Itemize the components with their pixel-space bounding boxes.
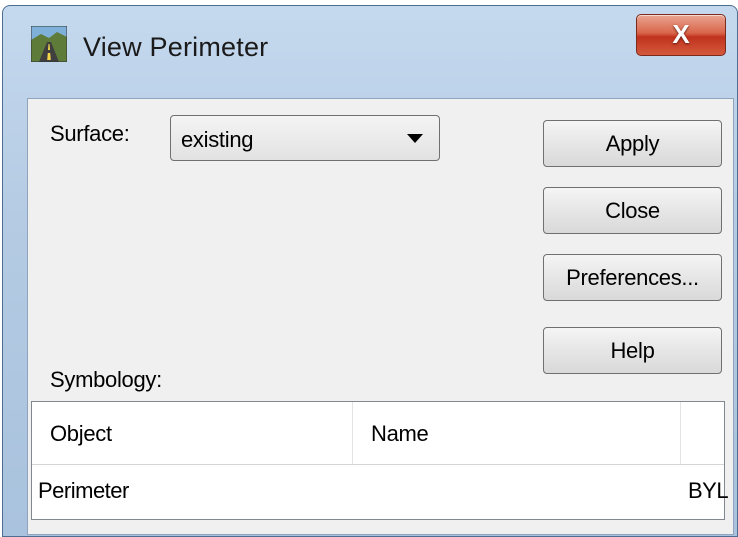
symbology-table[interactable]: Object Name Perimeter BYL <box>31 401 729 520</box>
surface-label: Surface: <box>50 121 130 146</box>
window-title: View Perimeter <box>83 32 269 62</box>
preferences-button[interactable]: Preferences... <box>543 254 722 301</box>
surface-dropdown[interactable]: existing <box>170 115 440 161</box>
dialog-client-area: Surface: existing Apply Close Preference… <box>27 98 734 535</box>
apply-button[interactable]: Apply <box>543 120 722 167</box>
surface-dropdown-value: existing <box>181 127 254 152</box>
table-header: Object Name <box>32 402 724 465</box>
column-header-object[interactable]: Object <box>32 402 353 464</box>
column-header-name[interactable]: Name <box>353 402 681 464</box>
row-extra-cell: BYL <box>688 478 729 503</box>
column-header-extra[interactable] <box>681 402 724 464</box>
road-icon <box>31 26 67 62</box>
close-icon: X <box>672 19 690 49</box>
row-object-cell: Perimeter <box>38 478 129 503</box>
help-button[interactable]: Help <box>543 327 722 374</box>
chevron-down-icon <box>407 134 423 143</box>
dialog-window: View Perimeter X Surface: existing Apply… <box>2 5 738 537</box>
title-bar[interactable]: View Perimeter X <box>3 6 737 86</box>
symbology-label: Symbology: <box>50 367 162 392</box>
close-button[interactable]: Close <box>543 187 722 234</box>
close-window-button[interactable]: X <box>636 14 726 56</box>
